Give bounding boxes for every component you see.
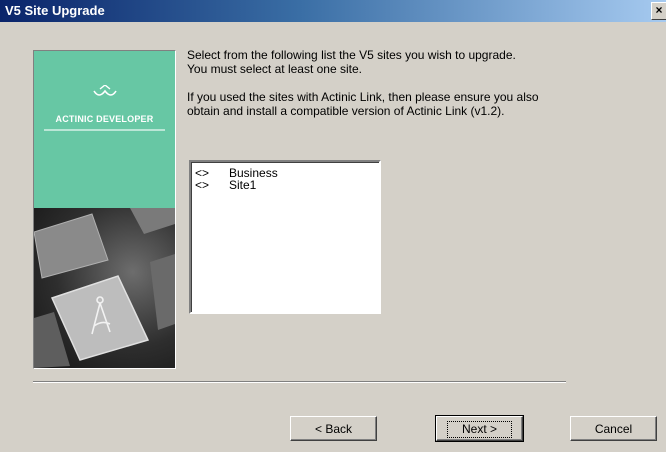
- site-marker: <>: [195, 178, 210, 192]
- instruction-line-4: obtain and install a compatible version …: [187, 104, 505, 118]
- title-bar: V5 Site Upgrade ×: [0, 0, 666, 22]
- actinic-logo-icon: [93, 85, 117, 96]
- banner-tagline: [44, 129, 165, 131]
- instruction-line-3: If you used the sites with Actinic Link,…: [187, 90, 539, 104]
- instructions: Select from the following list the V5 si…: [187, 48, 607, 118]
- actinic-banner: ACTINIC DEVELOPER: [33, 50, 176, 369]
- cancel-button[interactable]: Cancel: [570, 416, 657, 441]
- next-button-label: Next >: [446, 421, 512, 438]
- site-listbox[interactable]: <> Business <> Site1: [189, 160, 381, 314]
- list-item-site1[interactable]: <> Site1: [195, 179, 256, 191]
- keyboard-compass-key-image: [34, 208, 175, 368]
- close-icon[interactable]: ×: [651, 2, 666, 20]
- back-button[interactable]: < Back: [290, 416, 377, 441]
- instruction-line-1: Select from the following list the V5 si…: [187, 48, 516, 62]
- window-title: V5 Site Upgrade: [5, 3, 105, 18]
- keyboard-artwork: [34, 208, 175, 368]
- banner-green-panel: ACTINIC DEVELOPER: [34, 51, 175, 208]
- instruction-line-2: You must select at least one site.: [187, 62, 362, 76]
- banner-brand: ACTINIC DEVELOPER: [55, 114, 154, 124]
- next-button[interactable]: Next >: [435, 415, 524, 442]
- divider: [33, 381, 566, 383]
- site-label: Site1: [229, 178, 257, 192]
